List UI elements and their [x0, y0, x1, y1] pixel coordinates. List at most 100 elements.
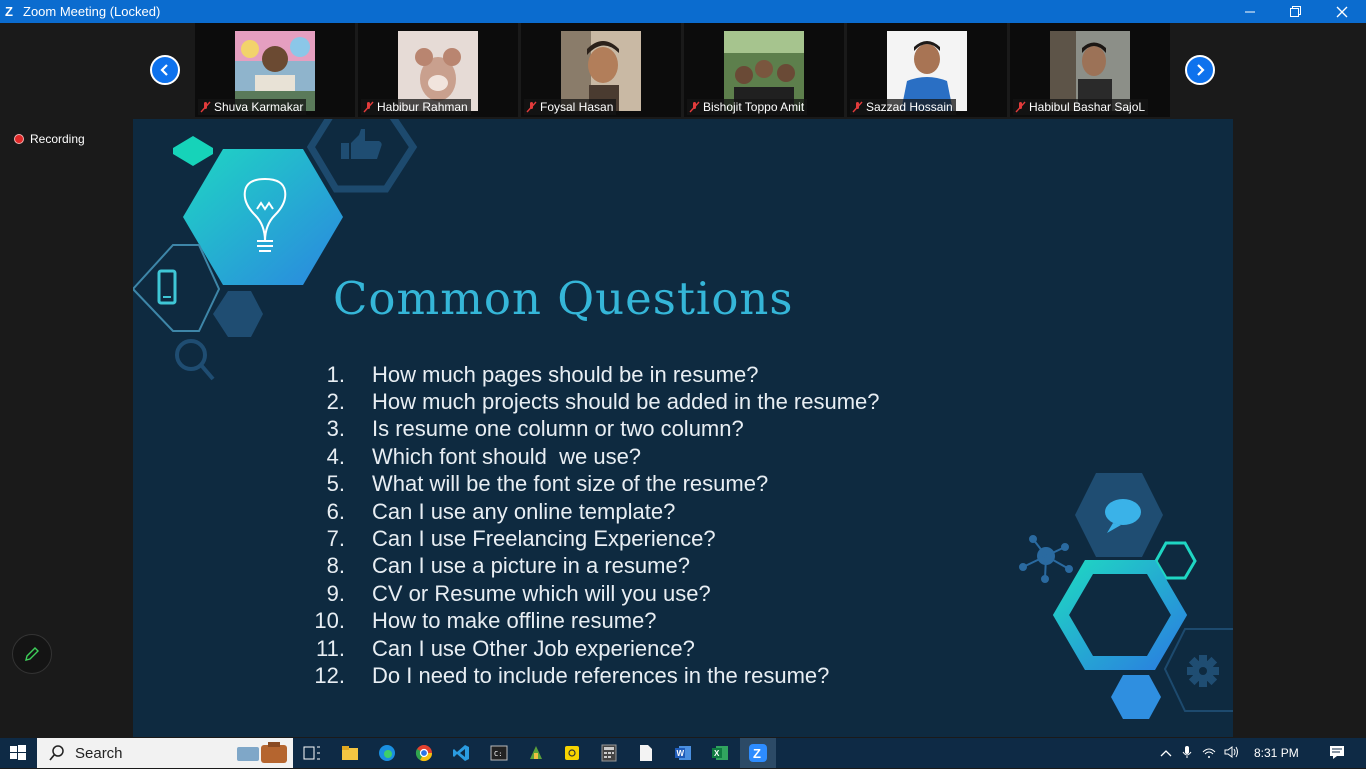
vscode-icon [453, 745, 469, 761]
participant-gallery: Shuva Karmakar Habibur Rahman Foysal Has… [0, 23, 1366, 119]
file-explorer-icon [342, 746, 358, 760]
word-icon: W [675, 746, 691, 760]
microphone-icon[interactable] [1182, 745, 1192, 762]
list-item: 9. CV or Resume which will you use? [326, 580, 711, 606]
chevron-right-icon [1197, 64, 1205, 76]
list-item: 5. What will be the font size of the resu… [326, 471, 769, 497]
participant-name: Foysal Hasan [540, 100, 614, 114]
excel-icon: X [712, 746, 728, 760]
file-explorer-button[interactable] [332, 738, 368, 768]
restore-icon [1290, 5, 1301, 17]
minimize-icon [1244, 11, 1255, 13]
participant-tile[interactable]: Bishojit Toppo Amit [684, 23, 844, 117]
windows-taskbar: Search C: W X Z 8:31 PM [0, 738, 1366, 768]
participant-nameplate: Bishojit Toppo Amit [687, 99, 808, 115]
vscode-button[interactable] [443, 738, 479, 768]
recording-label: Recording [30, 132, 85, 146]
muted-mic-icon [1015, 101, 1026, 113]
pencil-icon [25, 647, 39, 661]
start-button[interactable] [0, 738, 36, 768]
list-item: 11. Can I use Other Job experience? [316, 635, 695, 661]
calculator-button[interactable] [591, 738, 627, 768]
participant-name: Bishojit Toppo Amit [703, 100, 805, 114]
search-icon [49, 745, 65, 761]
participant-name: Sazzad Hossain [866, 100, 953, 114]
magnifier-icon [175, 339, 215, 381]
gallery-prev-button[interactable] [150, 55, 180, 85]
list-item: 2. How much projects should be added in t… [326, 389, 880, 415]
thumbs-up-icon [341, 129, 382, 159]
windows-logo-icon [10, 745, 26, 760]
edge-icon [379, 745, 395, 761]
word-button[interactable]: W [665, 738, 701, 768]
app-icon [530, 746, 542, 759]
svg-text:X: X [714, 749, 720, 758]
slide-title: Common Questions [333, 272, 794, 325]
terminal-button[interactable]: C: [481, 738, 517, 768]
gallery-next-button[interactable] [1185, 55, 1215, 85]
participant-nameplate: Shuva Karmakar [198, 99, 307, 115]
zoom-button[interactable]: Z [740, 738, 776, 768]
notepad-icon [640, 745, 652, 761]
list-item: 4. Which font should we use? [326, 443, 642, 469]
zoom-icon: Z [749, 744, 767, 762]
participant-tile[interactable]: Shuva Karmakar [195, 23, 355, 117]
svg-text:C:: C: [494, 750, 502, 758]
annotate-button[interactable] [12, 634, 52, 674]
list-item: 6. Can I use any online template? [326, 498, 676, 524]
taskbar-search-box[interactable]: Search [37, 738, 293, 768]
wifi-icon[interactable] [1202, 746, 1216, 761]
participant-name: Habibul Bashar SajoL [1029, 100, 1146, 114]
volume-icon[interactable] [1224, 745, 1240, 762]
terminal-icon: C: [490, 745, 508, 761]
recording-indicator[interactable]: Recording [14, 132, 85, 146]
list-item: 3. Is resume one column or two column? [326, 416, 744, 442]
question-list: 1. How much pages should be in resume? 2.… [303, 361, 880, 690]
muted-mic-icon [200, 101, 211, 113]
list-item: 10. How to make offline resume? [314, 608, 657, 634]
muted-mic-icon [526, 101, 537, 113]
participant-nameplate: Habibur Rahman [361, 99, 471, 115]
tray-chevron-up-icon[interactable] [1160, 746, 1172, 760]
svg-text:Z: Z [753, 746, 761, 761]
svg-text:W: W [677, 749, 685, 758]
notifications-icon[interactable] [1329, 745, 1345, 762]
participant-tile[interactable]: Habibur Rahman [358, 23, 518, 117]
excel-button[interactable]: X [702, 738, 738, 768]
record-icon [14, 134, 24, 144]
list-item: 8. Can I use a picture in a resume? [326, 553, 690, 579]
task-view-icon [303, 746, 320, 760]
participant-nameplate: Sazzad Hossain [850, 99, 956, 115]
chevron-left-icon [160, 64, 168, 76]
system-tray: 8:31 PM [1160, 738, 1345, 768]
zoom-logo-icon: Z [5, 4, 13, 19]
app-button[interactable] [518, 738, 554, 768]
phone-icon [157, 269, 177, 305]
shared-screen-slide: Common Questions 1. How much pages should… [133, 119, 1233, 737]
minimize-button[interactable] [1227, 0, 1273, 23]
participant-tile[interactable]: Foysal Hasan [521, 23, 681, 117]
participant-nameplate: Habibul Bashar SajoL [1013, 99, 1149, 115]
task-view-button[interactable] [294, 738, 330, 768]
gear-icon [1187, 655, 1219, 687]
edge-button[interactable] [369, 738, 405, 768]
participant-tile[interactable]: Habibul Bashar SajoL [1010, 23, 1170, 117]
list-item: 7. Can I use Freelancing Experience? [326, 526, 716, 552]
window-title: Zoom Meeting (Locked) [23, 4, 161, 19]
chrome-icon [415, 745, 433, 762]
search-label: Search [75, 744, 123, 762]
close-icon [1336, 6, 1348, 17]
sticky-notes-button[interactable] [554, 738, 590, 768]
sticky-notes-icon [565, 746, 579, 760]
muted-mic-icon [363, 101, 374, 113]
close-button[interactable] [1319, 0, 1365, 23]
chrome-button[interactable] [406, 738, 442, 768]
restore-button[interactable] [1273, 0, 1319, 23]
participant-name: Habibur Rahman [377, 100, 468, 114]
notepad-button[interactable] [628, 738, 664, 768]
participant-name: Shuva Karmakar [214, 100, 304, 114]
clock-time[interactable]: 8:31 PM [1254, 746, 1299, 760]
list-item: 12. Do I need to include references in th… [314, 662, 830, 688]
title-bar: Z Zoom Meeting (Locked) [0, 0, 1366, 23]
participant-tile[interactable]: Sazzad Hossain [847, 23, 1007, 117]
